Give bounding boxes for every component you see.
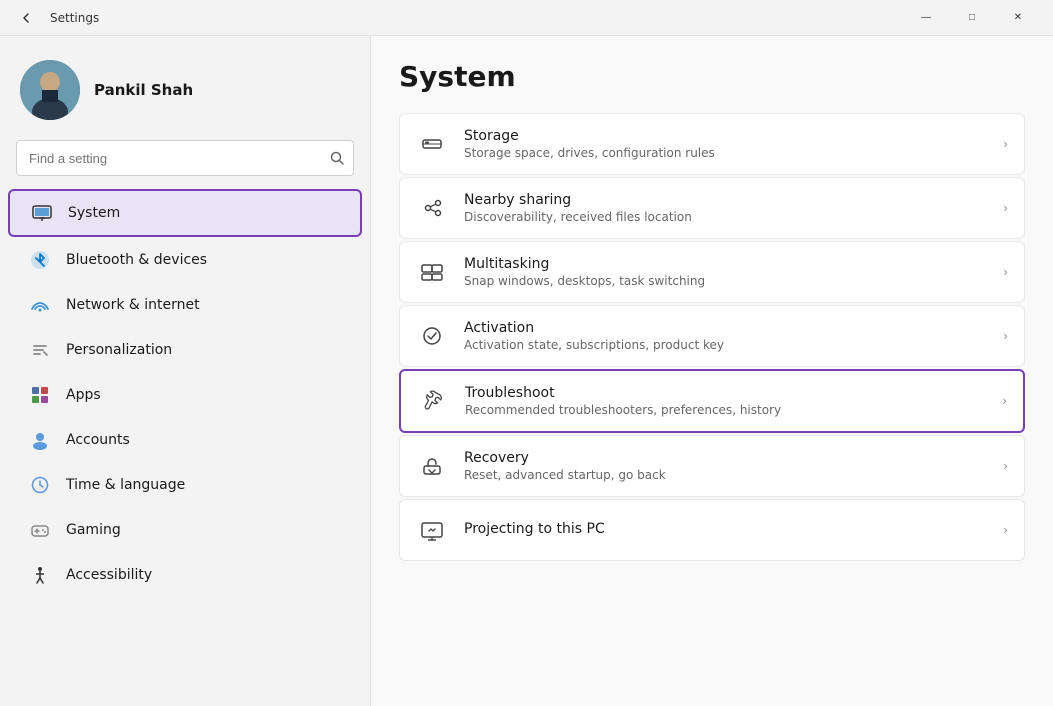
sidebar-item-system-label: System bbox=[68, 205, 120, 221]
settings-desc-multitasking: Snap windows, desktops, task switching bbox=[464, 274, 987, 288]
settings-text-troubleshoot: Troubleshoot Recommended troubleshooters… bbox=[465, 385, 986, 417]
title-bar: Settings — □ ✕ bbox=[0, 0, 1053, 36]
settings-name-recovery: Recovery bbox=[464, 450, 987, 466]
settings-name-projecting: Projecting to this PC bbox=[464, 521, 987, 537]
sidebar-item-bluetooth[interactable]: Bluetooth & devices bbox=[8, 238, 362, 282]
troubleshoot-icon bbox=[417, 385, 449, 417]
nav-list: System Bluetooth & devices bbox=[0, 188, 370, 598]
minimize-button[interactable]: — bbox=[903, 0, 949, 36]
search-box bbox=[16, 140, 354, 176]
chevron-activation: › bbox=[1003, 329, 1008, 343]
chevron-troubleshoot: › bbox=[1002, 394, 1007, 408]
search-input[interactable] bbox=[16, 140, 354, 176]
sidebar: Pankil Shah bbox=[0, 36, 370, 706]
settings-list: Storage Storage space, drives, configura… bbox=[399, 113, 1025, 561]
settings-desc-recovery: Reset, advanced startup, go back bbox=[464, 468, 987, 482]
accounts-icon bbox=[28, 428, 52, 452]
recovery-icon bbox=[416, 450, 448, 482]
back-icon bbox=[20, 12, 32, 24]
username: Pankil Shah bbox=[94, 81, 193, 99]
chevron-multitasking: › bbox=[1003, 265, 1008, 279]
nearby-icon bbox=[416, 192, 448, 224]
chevron-projecting: › bbox=[1003, 523, 1008, 537]
settings-item-nearby[interactable]: Nearby sharing Discoverability, received… bbox=[399, 177, 1025, 239]
settings-name-troubleshoot: Troubleshoot bbox=[465, 385, 986, 401]
settings-text-activation: Activation Activation state, subscriptio… bbox=[464, 320, 987, 352]
multitasking-icon bbox=[416, 256, 448, 288]
back-button[interactable] bbox=[12, 4, 40, 32]
settings-item-storage[interactable]: Storage Storage space, drives, configura… bbox=[399, 113, 1025, 175]
sidebar-item-time[interactable]: Time & language bbox=[8, 463, 362, 507]
sidebar-item-accessibility[interactable]: Accessibility bbox=[8, 553, 362, 597]
settings-desc-storage: Storage space, drives, configuration rul… bbox=[464, 146, 987, 160]
sidebar-item-gaming-label: Gaming bbox=[66, 522, 121, 538]
window-title: Settings bbox=[50, 11, 99, 25]
page-title: System bbox=[399, 60, 1025, 93]
settings-item-projecting[interactable]: Projecting to this PC › bbox=[399, 499, 1025, 561]
avatar-image bbox=[20, 60, 80, 120]
storage-icon bbox=[416, 128, 448, 160]
settings-text-storage: Storage Storage space, drives, configura… bbox=[464, 128, 987, 160]
app-body: Pankil Shah bbox=[0, 36, 1053, 706]
sidebar-item-accounts-label: Accounts bbox=[66, 432, 130, 448]
sidebar-item-accessibility-label: Accessibility bbox=[66, 567, 152, 583]
sidebar-item-system[interactable]: System bbox=[8, 189, 362, 237]
avatar bbox=[20, 60, 80, 120]
settings-name-storage: Storage bbox=[464, 128, 987, 144]
network-icon bbox=[28, 293, 52, 317]
settings-text-projecting: Projecting to this PC bbox=[464, 521, 987, 539]
settings-item-multitasking[interactable]: Multitasking Snap windows, desktops, tas… bbox=[399, 241, 1025, 303]
title-bar-left: Settings bbox=[12, 4, 903, 32]
settings-item-troubleshoot[interactable]: Troubleshoot Recommended troubleshooters… bbox=[399, 369, 1025, 433]
sidebar-item-apps-label: Apps bbox=[66, 387, 101, 403]
settings-text-recovery: Recovery Reset, advanced startup, go bac… bbox=[464, 450, 987, 482]
gaming-icon bbox=[28, 518, 52, 542]
window-controls: — □ ✕ bbox=[903, 0, 1041, 36]
search-icon bbox=[330, 151, 344, 165]
chevron-storage: › bbox=[1003, 137, 1008, 151]
chevron-recovery: › bbox=[1003, 459, 1008, 473]
sidebar-item-accounts[interactable]: Accounts bbox=[8, 418, 362, 462]
settings-name-multitasking: Multitasking bbox=[464, 256, 987, 272]
sidebar-item-gaming[interactable]: Gaming bbox=[8, 508, 362, 552]
settings-desc-nearby: Discoverability, received files location bbox=[464, 210, 987, 224]
time-icon bbox=[28, 473, 52, 497]
personalization-icon bbox=[28, 338, 52, 362]
settings-text-multitasking: Multitasking Snap windows, desktops, tas… bbox=[464, 256, 987, 288]
chevron-nearby: › bbox=[1003, 201, 1008, 215]
sidebar-item-network-label: Network & internet bbox=[66, 297, 200, 313]
activation-icon bbox=[416, 320, 448, 352]
close-button[interactable]: ✕ bbox=[995, 0, 1041, 36]
sidebar-item-personalization[interactable]: Personalization bbox=[8, 328, 362, 372]
projecting-icon bbox=[416, 514, 448, 546]
user-profile: Pankil Shah bbox=[0, 52, 370, 140]
settings-name-activation: Activation bbox=[464, 320, 987, 336]
apps-icon bbox=[28, 383, 52, 407]
sidebar-item-bluetooth-label: Bluetooth & devices bbox=[66, 252, 207, 268]
accessibility-icon bbox=[28, 563, 52, 587]
settings-desc-troubleshoot: Recommended troubleshooters, preferences… bbox=[465, 403, 986, 417]
sidebar-item-network[interactable]: Network & internet bbox=[8, 283, 362, 327]
settings-item-recovery[interactable]: Recovery Reset, advanced startup, go bac… bbox=[399, 435, 1025, 497]
settings-item-activation[interactable]: Activation Activation state, subscriptio… bbox=[399, 305, 1025, 367]
main-content: System Storage Storage space, drives, co… bbox=[370, 36, 1053, 706]
sidebar-item-apps[interactable]: Apps bbox=[8, 373, 362, 417]
sidebar-item-time-label: Time & language bbox=[66, 477, 185, 493]
settings-text-nearby: Nearby sharing Discoverability, received… bbox=[464, 192, 987, 224]
settings-name-nearby: Nearby sharing bbox=[464, 192, 987, 208]
maximize-button[interactable]: □ bbox=[949, 0, 995, 36]
sidebar-item-personalization-label: Personalization bbox=[66, 342, 172, 358]
system-icon bbox=[30, 201, 54, 225]
bluetooth-icon bbox=[28, 248, 52, 272]
settings-desc-activation: Activation state, subscriptions, product… bbox=[464, 338, 987, 352]
